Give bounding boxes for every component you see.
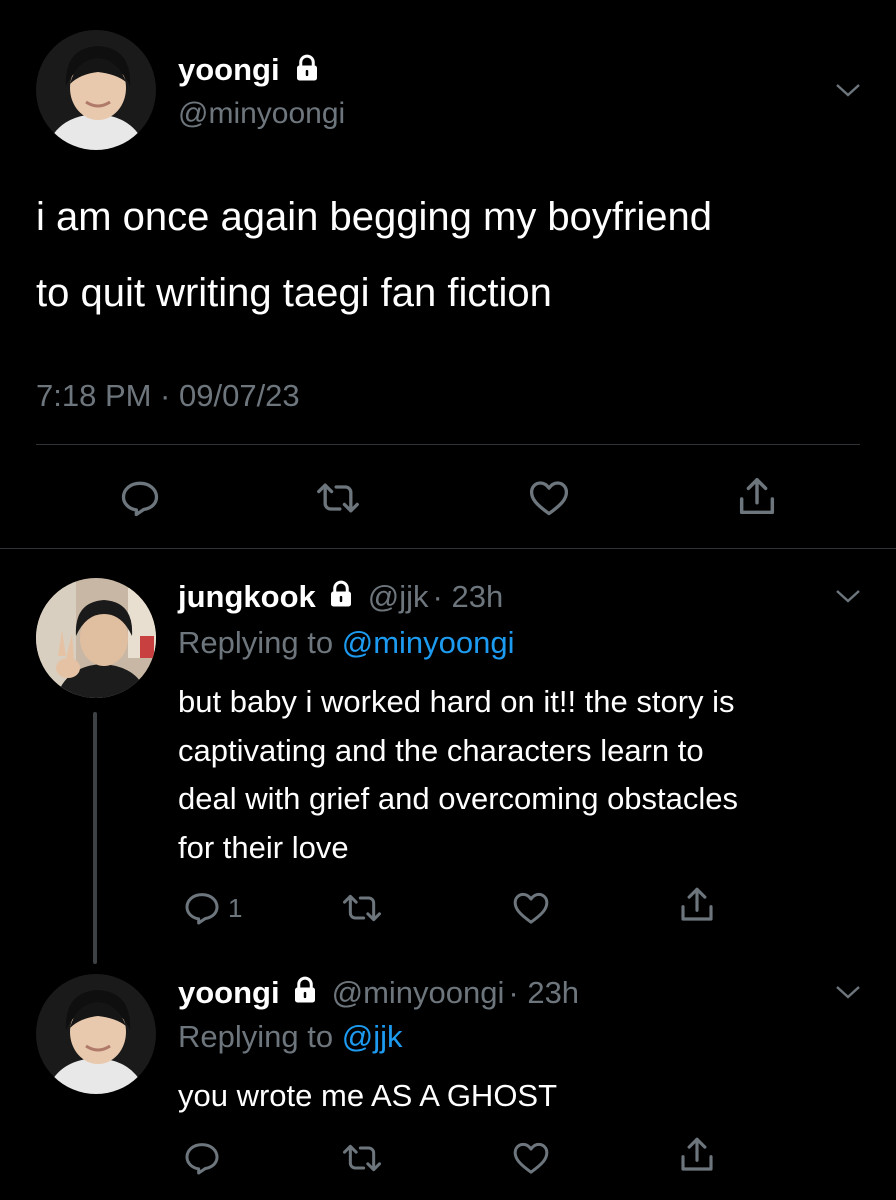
chevron-down-icon[interactable] [834, 982, 862, 1007]
replying-to-link[interactable]: @minyoongi [342, 625, 515, 660]
display-name[interactable]: jungkook [178, 579, 316, 614]
chevron-down-icon[interactable] [834, 586, 862, 611]
like-button[interactable] [510, 1138, 552, 1178]
section-divider [0, 548, 896, 549]
heart-icon [529, 481, 569, 516]
reply-count: 1 [228, 892, 243, 923]
retweet-icon [343, 1144, 381, 1172]
share-icon [681, 1137, 713, 1171]
tweet-text-line: i am once again begging my boyfriend [36, 195, 712, 239]
avatar-yoongi-reply[interactable] [36, 974, 156, 1094]
lock-icon [326, 579, 356, 618]
reply-text-line: deal with grief and overcoming obstacles [178, 781, 739, 817]
display-name[interactable]: yoongi [178, 975, 280, 1010]
share-button[interactable] [676, 1134, 718, 1176]
time: · 23h [508, 975, 580, 1010]
timestamp[interactable]: 7:18 PM · 09/07/23 [36, 376, 300, 416]
reply-text: but baby i worked hard on it!! the story… [178, 678, 738, 873]
like-button[interactable] [526, 476, 572, 520]
retweet-icon [317, 483, 359, 513]
like-button[interactable] [510, 888, 552, 928]
share-icon [681, 887, 713, 921]
tweet-text: i am once again begging my boyfriend to … [36, 190, 712, 320]
share-icon [739, 478, 775, 515]
chevron-down-icon[interactable] [834, 80, 862, 105]
replying-to: Replying to @jjk [178, 1018, 402, 1056]
tweet-text-line: to quit writing taegi fan fiction [36, 271, 552, 315]
lock-icon [292, 53, 322, 91]
handle[interactable]: @minyoongi [178, 96, 345, 132]
reply-icon [121, 481, 159, 517]
thread-line [93, 712, 97, 964]
replying-to: Replying to @minyoongi [178, 624, 515, 662]
replying-to-label: Replying to [178, 1019, 342, 1054]
replying-to-link[interactable]: @jjk [342, 1019, 403, 1054]
reply-icon [185, 1143, 219, 1175]
retweet-button[interactable] [340, 1138, 384, 1178]
reply-icon [185, 893, 219, 925]
share-button[interactable] [734, 474, 780, 520]
divider [36, 444, 860, 445]
avatar-jungkook[interactable] [36, 578, 156, 698]
author-row: yoongi [178, 52, 322, 91]
reply-button[interactable] [118, 476, 162, 520]
reply-button[interactable]: 1 [182, 888, 242, 928]
retweet-icon [343, 894, 381, 922]
reply-text: you wrote me AS A GHOST [178, 1078, 558, 1113]
retweet-button[interactable] [314, 476, 362, 520]
reply-button[interactable] [182, 1138, 222, 1178]
heart-icon [513, 1142, 549, 1174]
time: · 23h [432, 579, 504, 614]
handle[interactable]: @minyoongi [332, 975, 505, 1010]
retweet-button[interactable] [340, 888, 384, 928]
replying-to-label: Replying to [178, 625, 342, 660]
lock-icon [290, 975, 320, 1014]
reply-text-line: for their love [178, 830, 349, 866]
handle[interactable]: @jjk [368, 579, 429, 614]
display-name[interactable]: yoongi [178, 52, 280, 87]
avatar-yoongi-main[interactable] [36, 30, 156, 150]
reply-text-line: captivating and the characters learn to [178, 732, 704, 768]
share-button[interactable] [676, 884, 718, 926]
reply2-author-row: yoongi @minyoongi · 23h [178, 974, 579, 1014]
reply1-author-row: jungkook @jjk · 23h [178, 578, 503, 618]
heart-icon [513, 892, 549, 924]
reply-text-line: but baby i worked hard on it!! the story… [178, 684, 735, 719]
